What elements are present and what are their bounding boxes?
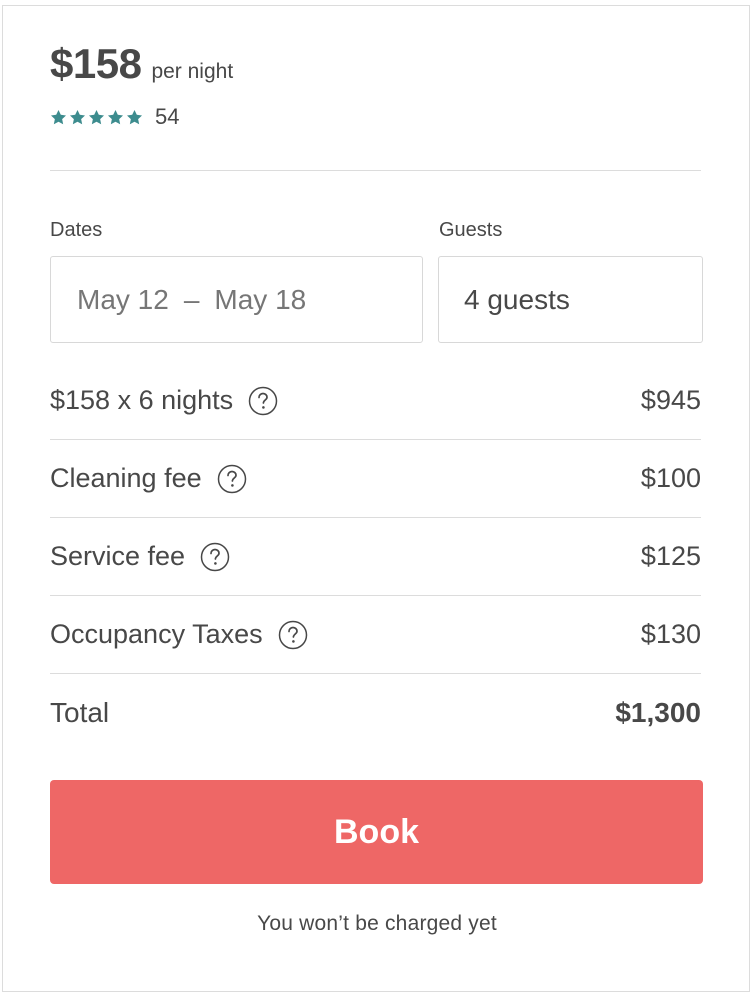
line-item-nightly: $158 x 6 nights $945 <box>50 362 701 440</box>
nightly-price: $158 <box>50 40 142 87</box>
star-icon <box>125 108 144 127</box>
star-icon <box>49 108 68 127</box>
price-header: $158 per night <box>50 40 233 88</box>
line-item-amount: $100 <box>640 463 701 493</box>
check-out-date[interactable]: May 18 <box>214 284 306 316</box>
guests-field[interactable]: 4 guests <box>438 256 703 343</box>
date-separator: – <box>183 283 200 315</box>
line-item-service-fee: Service fee $125 <box>50 518 701 596</box>
question-circle-icon[interactable] <box>278 620 308 650</box>
line-item-amount: $130 <box>640 619 701 649</box>
dates-field[interactable]: May 12 – May 18 <box>50 256 423 343</box>
review-count[interactable]: 54 <box>155 104 179 130</box>
total-amount: $1,300 <box>615 697 701 728</box>
line-item-occupancy-taxes: Occupancy Taxes $130 <box>50 596 701 674</box>
line-item-label: Service fee <box>50 541 186 571</box>
guests-value: 4 guests <box>464 283 570 315</box>
line-item-cleaning-fee: Cleaning fee $100 <box>50 440 701 518</box>
line-item-label: Cleaning fee <box>50 463 202 493</box>
book-button[interactable]: Book <box>50 780 703 884</box>
star-icon <box>106 108 125 127</box>
price-unit: per night <box>151 60 234 83</box>
line-item-label: $158 x 6 nights <box>50 385 234 415</box>
star-rating <box>49 108 144 127</box>
line-item-amount: $945 <box>640 385 701 415</box>
question-circle-icon[interactable] <box>248 386 278 416</box>
dates-label: Dates <box>50 219 103 241</box>
divider <box>50 170 701 171</box>
total-label: Total <box>50 697 110 728</box>
line-item-label: Occupancy Taxes <box>50 619 263 649</box>
total-row: Total $1,300 <box>50 674 701 752</box>
question-circle-icon[interactable] <box>200 542 230 572</box>
star-icon <box>87 108 106 127</box>
question-circle-icon[interactable] <box>217 464 247 494</box>
star-icon <box>68 108 87 127</box>
line-item-amount: $125 <box>640 541 701 571</box>
check-in-date[interactable]: May 12 <box>77 284 169 316</box>
guests-label: Guests <box>439 219 503 241</box>
charge-notice: You won’t be charged yet <box>257 912 497 935</box>
rating[interactable]: 54 <box>49 104 179 130</box>
